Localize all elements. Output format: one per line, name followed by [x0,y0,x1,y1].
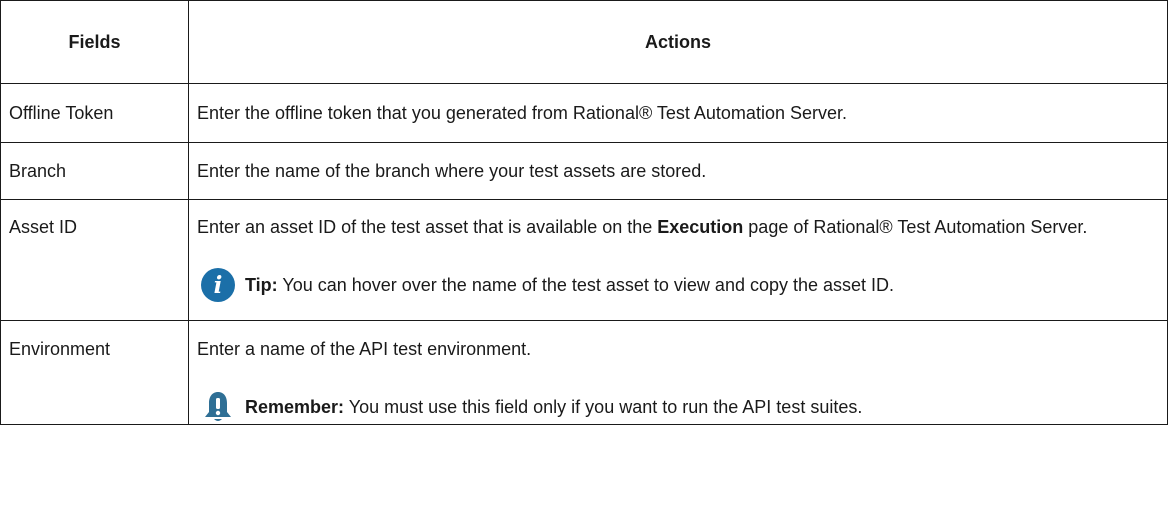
tip-body: You can hover over the name of the test … [277,274,895,295]
remember-label: Remember: [245,396,345,417]
action-cell: Enter the offline token that you generat… [188,83,1168,143]
action-text-prefix: Enter an asset ID of the test asset that… [197,217,658,237]
svg-text:i: i [214,272,223,299]
action-cell: Enter a name of the API test environment… [188,320,1168,425]
field-cell: Asset ID [0,199,189,321]
action-text: Enter a name of the API test environment… [197,339,532,359]
tip-label: Tip: [245,274,278,295]
remember-text: Remember: You must use this field only i… [245,391,862,424]
info-icon: i [201,268,235,302]
remember-body: You must use this field only if you want… [344,396,863,417]
table-row: Offline Token Enter the offline token th… [0,83,1168,143]
execution-page-label: Execution [657,217,744,237]
action-cell: Enter the name of the branch where your … [188,142,1168,200]
table-row: Branch Enter the name of the branch wher… [0,142,1168,200]
header-actions: Actions [188,0,1168,84]
field-cell: Offline Token [0,83,189,143]
table-row: Asset ID Enter an asset ID of the test a… [0,199,1168,321]
field-cell: Environment [0,320,189,425]
tip-note: i Tip: You can hover over the name of th… [197,268,1159,302]
action-text: Enter an asset ID of the test asset that… [197,211,1159,244]
field-cell: Branch [0,142,189,200]
header-fields: Fields [0,0,189,84]
bell-icon [201,390,235,424]
table-row: Environment Enter a name of the API test… [0,320,1168,425]
remember-note: Remember: You must use this field only i… [197,390,1159,424]
action-text-suffix: page of Rational® Test Automation Server… [743,217,1088,237]
action-cell: Enter an asset ID of the test asset that… [188,199,1168,321]
fields-actions-table: Fields Actions Offline Token Enter the o… [0,0,1168,425]
table-header-row: Fields Actions [0,0,1168,84]
tip-text: Tip: You can hover over the name of the … [245,269,894,302]
